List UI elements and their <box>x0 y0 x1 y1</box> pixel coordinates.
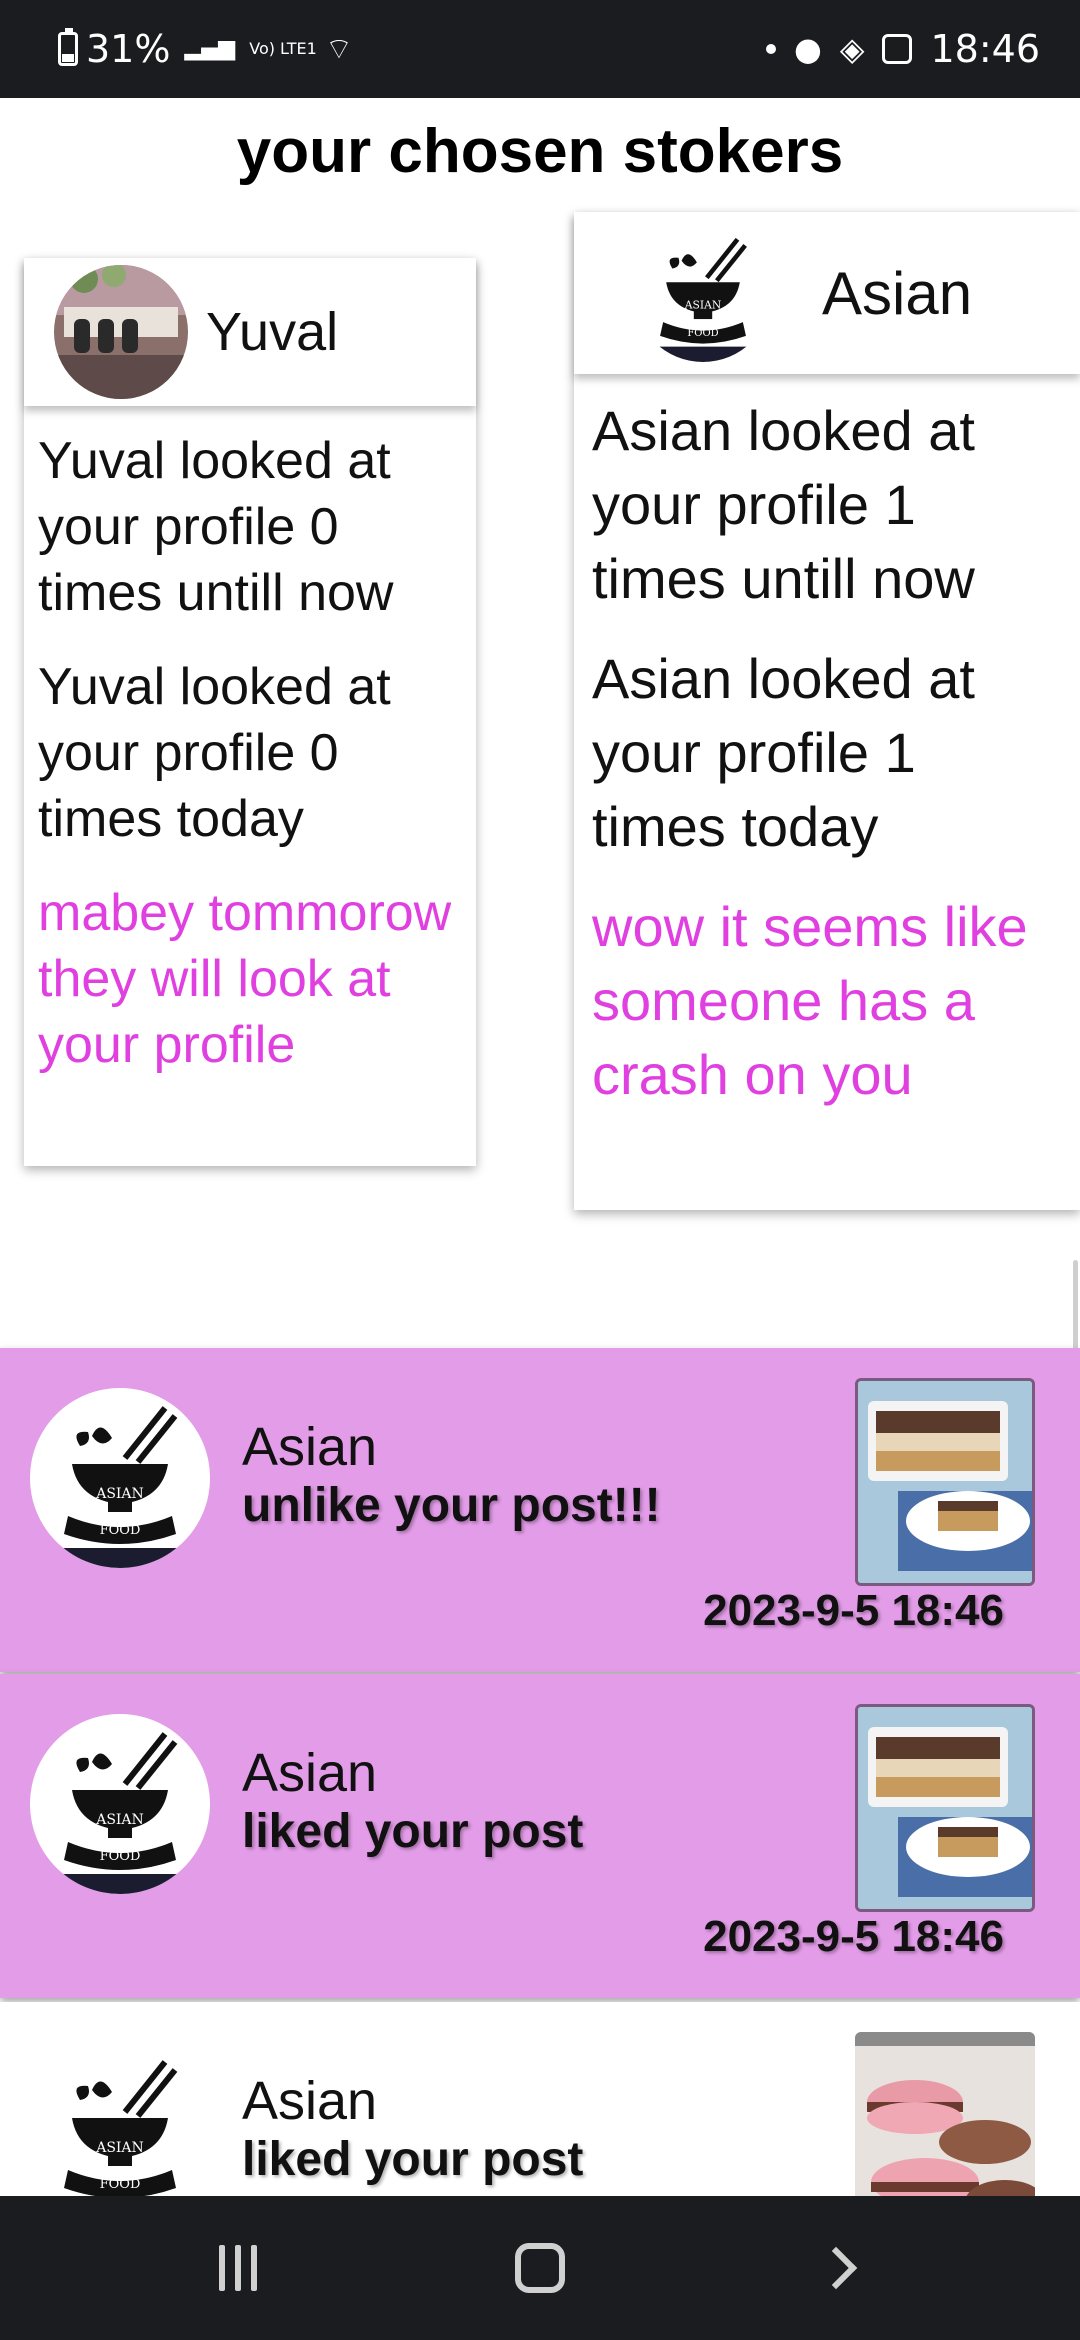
total-views-text: Asian looked at your profile 1 times unt… <box>592 399 975 610</box>
post-thumbnail[interactable] <box>855 1704 1035 1912</box>
notification-item[interactable]: ASIAN FOOD Asian liked your post 2023-9-… <box>0 1674 1080 1998</box>
battery-level: 31% <box>86 27 171 71</box>
stalker-card-yuval[interactable]: Yuval Yuval looked at your profile 0 tim… <box>24 258 476 1166</box>
notification-action: liked your post <box>242 1805 584 1858</box>
stalker-name: Yuval <box>206 302 339 362</box>
total-views-text: Yuval looked at your profile 0 times unt… <box>38 432 394 622</box>
notification-dot-icon <box>765 44 776 54</box>
wifi-icon: ⌔ <box>324 32 354 67</box>
stalker-name: Asian <box>822 259 973 327</box>
network-label: Vo) LTE1 <box>249 39 317 58</box>
avatar[interactable]: ASIAN FOOD <box>30 1714 210 1894</box>
recents-icon <box>219 2245 257 2291</box>
logo-text-bottom: FOOD <box>100 2177 141 2192</box>
avatar[interactable] <box>54 265 188 399</box>
notification-sender: Asian <box>242 1743 378 1803</box>
stalker-card-header[interactable]: ASIAN FOOD Asian <box>574 212 1080 374</box>
logo-text-bottom: FOOD <box>687 328 718 339</box>
stalker-message: wow it seems like someone has a crash on… <box>592 895 1028 1106</box>
logo-text-top: ASIAN <box>684 298 721 311</box>
chat-icon: ● <box>793 30 822 68</box>
signal-icon: ▂▄▆ <box>184 36 236 61</box>
clock: 18:46 <box>930 27 1040 71</box>
logo-text-top: ASIAN <box>95 1486 144 1502</box>
gallery-icon <box>882 34 913 64</box>
stalker-card-header[interactable]: Yuval <box>24 258 476 406</box>
notification-action: unlike your post!!! <box>242 1479 661 1532</box>
layers-icon: ◈ <box>839 30 865 68</box>
notification-action: liked your post <box>242 2133 584 2186</box>
logo-text-bottom: FOOD <box>100 1849 141 1864</box>
notification-time: 2023-9-5 18:46 <box>703 1586 1004 1635</box>
logo-text-top: ASIAN <box>95 2140 144 2156</box>
status-bar: 31% ▂▄▆ Vo) LTE1 ⌔ ● ◈ 18:46 <box>0 0 1080 98</box>
avatar[interactable]: ASIAN FOOD <box>30 1388 210 1568</box>
avatar[interactable]: ASIAN FOOD <box>634 224 772 362</box>
notification-item[interactable]: ASIAN FOOD Asian unlike your post!!! 202… <box>0 1348 1080 1672</box>
post-thumbnail[interactable] <box>855 1378 1035 1586</box>
notification-sender: Asian <box>242 2071 378 2131</box>
stalker-card-asian[interactable]: ASIAN FOOD Asian Asian looked at your pr… <box>574 212 1080 1210</box>
status-right: ● ◈ 18:46 <box>765 0 1040 98</box>
stalker-card-body: Asian looked at your profile 1 times unt… <box>574 394 1080 1138</box>
status-left: 31% ▂▄▆ Vo) LTE1 ⌔ <box>58 0 353 98</box>
back-button[interactable] <box>762 2196 922 2340</box>
chevron-right-icon <box>814 2246 858 2290</box>
logo-text-bottom: FOOD <box>100 1523 141 1538</box>
stalker-message: mabey tommorow they will look at your pr… <box>38 884 452 1074</box>
home-icon <box>515 2243 565 2293</box>
home-button[interactable] <box>460 2196 620 2340</box>
notification-sender: Asian <box>242 1417 378 1477</box>
battery-icon <box>58 28 78 66</box>
stalker-card-body: Yuval looked at your profile 0 times unt… <box>24 428 476 1106</box>
today-views-text: Yuval looked at your profile 0 times tod… <box>38 658 391 848</box>
page-title: your chosen stokers <box>236 117 844 186</box>
notification-time: 2023-9-5 18:46 <box>703 1912 1004 1961</box>
logo-text-top: ASIAN <box>95 1812 144 1828</box>
system-nav-bar <box>0 2196 1080 2340</box>
avatar[interactable]: ASIAN FOOD <box>30 2042 210 2222</box>
today-views-text: Asian looked at your profile 1 times tod… <box>592 647 975 858</box>
recents-button[interactable] <box>158 2196 318 2340</box>
